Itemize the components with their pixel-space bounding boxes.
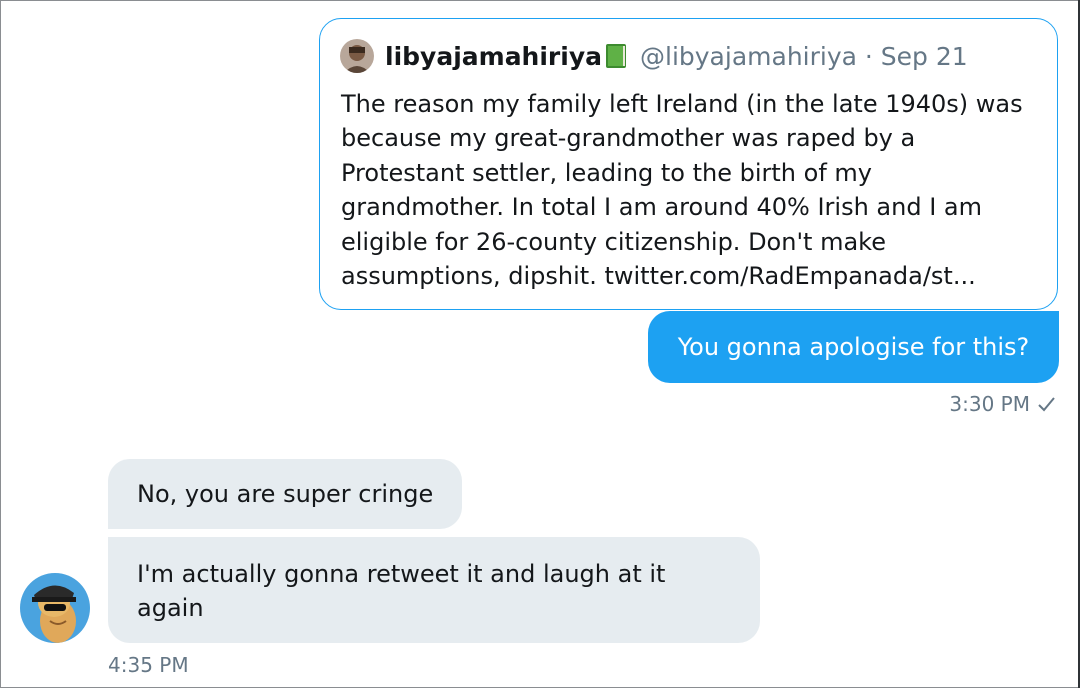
quoted-author-handle[interactable]: @libyajamahiriya [640,42,857,71]
header-separator: · [856,42,881,71]
quoted-author-name[interactable]: libyajamahiriya [385,42,602,71]
received-message-time: 4:35 PM [108,653,189,677]
quoted-tweet-card[interactable]: libyajamahiriya @libyajamahiriya · Sep 21… [319,18,1058,310]
sent-message-meta: 3:30 PM [949,392,1056,416]
sent-message-bubble[interactable]: You gonna apologise for this? [648,311,1059,383]
quoted-tweet-header: libyajamahiriya @libyajamahiriya · Sep 21 [385,41,968,73]
quoted-tweet-text: The reason my family left Ireland (in th… [341,90,1023,291]
quoted-author-avatar[interactable] [340,39,374,73]
quoted-tweet-date[interactable]: Sep 21 [881,42,968,71]
received-message-bubble[interactable]: I'm actually gonna retweet it and laugh … [108,537,760,643]
sent-message-time: 3:30 PM [949,392,1030,416]
sender-avatar[interactable] [20,573,90,643]
green-book-icon [604,43,628,69]
received-message-bubble[interactable]: No, you are super cringe [108,459,462,529]
check-icon [1038,397,1055,412]
received-message-text: I'm actually gonna retweet it and laugh … [137,560,666,622]
